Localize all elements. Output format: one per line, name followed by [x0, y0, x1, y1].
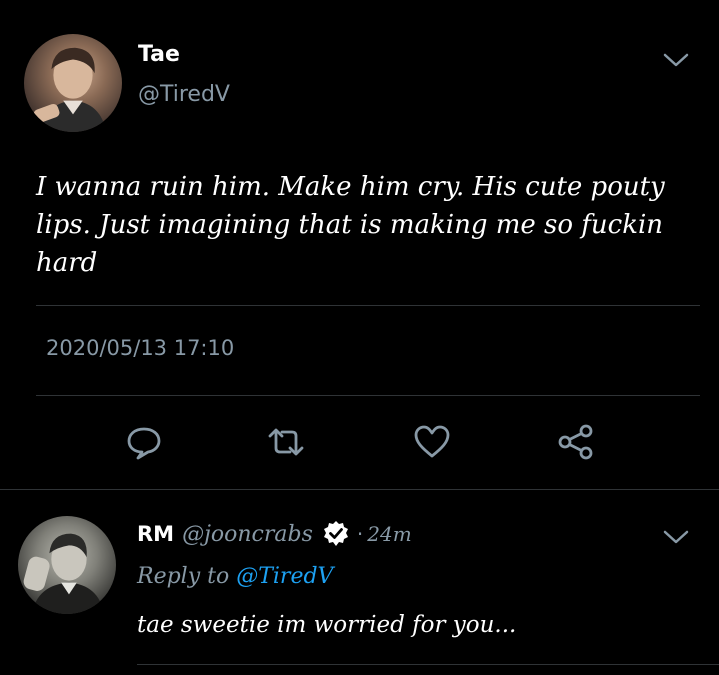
chevron-down-icon[interactable] [662, 50, 690, 70]
separator-dot: · [356, 522, 364, 546]
share-icon[interactable] [552, 418, 600, 466]
reply-header: RM @jooncrabs · 24m [137, 514, 412, 554]
divider [36, 395, 700, 396]
tweet-text: I wanna ruin him. Make him cry. His cute… [36, 172, 665, 278]
divider [137, 664, 719, 665]
replying-to-label: Reply to [137, 564, 230, 589]
reply-author-handle[interactable]: @jooncrabs [182, 522, 313, 547]
reply-icon[interactable] [120, 418, 168, 466]
author-handle[interactable]: @TiredV [138, 82, 230, 107]
reply-author-name[interactable]: RM [137, 522, 174, 546]
main-tweet: Tae @TiredV I wanna ruin him. Make him c… [0, 0, 719, 490]
replying-to-mention[interactable]: @TiredV [236, 564, 333, 589]
reply-author-avatar[interactable] [18, 516, 116, 614]
retweet-icon[interactable] [262, 418, 310, 466]
author-avatar[interactable] [24, 34, 122, 132]
tweet-timestamp: 2020/05/13 17:10 [46, 336, 235, 360]
chevron-down-icon[interactable] [662, 527, 690, 547]
replying-to-line: Reply to @TiredV [137, 564, 333, 589]
divider [36, 305, 700, 306]
reply-text: tae sweetie im worried for you... [137, 612, 517, 638]
like-icon[interactable] [408, 418, 456, 466]
divider [0, 489, 719, 490]
author-name[interactable]: Tae [138, 42, 180, 67]
verified-badge-icon [321, 519, 351, 549]
reply-time[interactable]: 24m [367, 522, 411, 546]
